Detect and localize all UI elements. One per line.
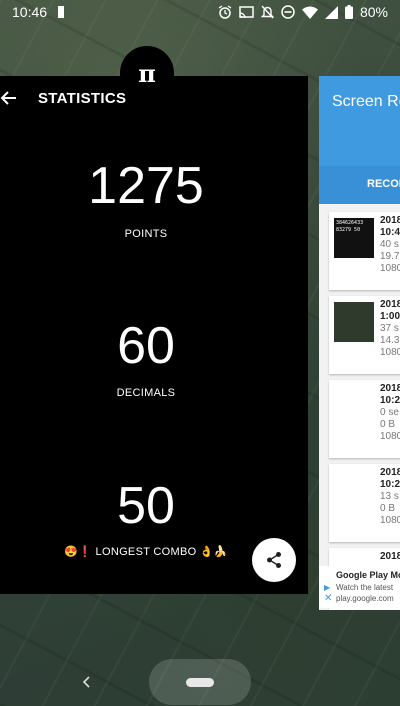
- home-button[interactable]: [149, 659, 251, 705]
- page-title: STATISTICS: [38, 89, 127, 107]
- recording-thumbnail: [334, 302, 374, 342]
- ad-text: Watch the latest: [336, 583, 394, 592]
- pi-app-icon[interactable]: π: [120, 46, 174, 100]
- recording-date: 2018: [380, 383, 400, 394]
- recording-resolution: 1080: [380, 347, 400, 358]
- longest-combo-label: 😍❗ LONGEST COMBO 👌🍌: [64, 546, 228, 558]
- recording-size: 0 B: [380, 419, 396, 430]
- ad-close-icon[interactable]: ✕: [324, 593, 332, 604]
- wifi-icon: [301, 6, 318, 19]
- status-bar: 10:46 80%: [0, 0, 400, 24]
- share-button[interactable]: [252, 538, 296, 582]
- battery-percent: 80%: [359, 4, 388, 20]
- recording-size: 0 B: [380, 503, 396, 514]
- ad-url: play.google.com: [336, 594, 394, 603]
- tab-recordings[interactable]: RECORDINGS: [319, 166, 400, 204]
- notification-icon: [57, 6, 65, 18]
- recording-time: 10:2: [380, 479, 400, 490]
- share-icon: [267, 552, 281, 568]
- ad-title: Google Play Movies: [336, 570, 400, 580]
- longest-combo-value: 50: [117, 477, 175, 535]
- status-time: 10:46: [12, 4, 48, 20]
- ad-banner[interactable]: Google Play Movies ▶ Watch the latest ✕ …: [319, 566, 400, 608]
- recorder-app-bar: Screen Recorder: [319, 76, 400, 166]
- points-value: 1275: [88, 157, 204, 215]
- alarm-icon: [218, 5, 232, 19]
- recording-date: 2018: [380, 215, 400, 226]
- recording-time: 1:00: [380, 311, 400, 322]
- recording-time: 10:2: [380, 395, 400, 406]
- recording-list-item[interactable]: 2018 1:00 37 s 14.3 1080: [329, 296, 400, 374]
- signal-icon: [324, 5, 338, 19]
- ad-info-icon[interactable]: ▶: [324, 583, 330, 592]
- battery-icon: [344, 5, 353, 19]
- recording-duration: 13 s: [380, 491, 399, 502]
- do-not-disturb-icon: [281, 5, 295, 19]
- decimals-value: 60: [117, 317, 175, 375]
- recording-date: 2018: [380, 299, 400, 310]
- points-label: POINTS: [124, 228, 168, 240]
- recording-thumbnail: 384626433 83279 50: [334, 218, 374, 258]
- notifications-off-icon: [260, 5, 274, 19]
- nav-back-icon[interactable]: [80, 674, 94, 690]
- recording-size: 14.3: [380, 335, 400, 346]
- recording-size: 19.7: [380, 251, 400, 262]
- recording-resolution: 1080: [380, 431, 400, 442]
- recording-list-item[interactable]: 2018 10:2 13 s 0 B 1080: [329, 464, 400, 542]
- recording-list-item[interactable]: 2018 10:2 0 se 0 B 1080: [329, 380, 400, 458]
- recording-list-item[interactable]: 384626433 83279 50 2018 10:4 40 s 19.7 1…: [329, 212, 400, 290]
- home-pill-icon: [186, 678, 214, 687]
- recording-resolution: 1080: [380, 263, 400, 274]
- recording-duration: 0 se: [380, 407, 399, 418]
- recording-time: 10:4: [380, 227, 400, 238]
- recorder-title: Screen Recorder: [332, 93, 400, 110]
- decimals-label: DECIMALS: [116, 387, 176, 399]
- recording-duration: 37 s: [380, 323, 399, 334]
- cast-icon: [239, 5, 254, 19]
- recording-date: 2018: [380, 467, 400, 478]
- statistics-app-card[interactable]: STATISTICS 1275 POINTS 60 DECIMALS 50 😍❗…: [0, 76, 308, 594]
- recording-date: 2018: [380, 551, 400, 562]
- screen-recorder-app-card[interactable]: Screen Recorder RECORDINGS 384626433 832…: [319, 76, 400, 610]
- recording-resolution: 1080: [380, 515, 400, 526]
- recording-duration: 40 s: [380, 239, 399, 250]
- back-arrow-icon[interactable]: [0, 86, 20, 110]
